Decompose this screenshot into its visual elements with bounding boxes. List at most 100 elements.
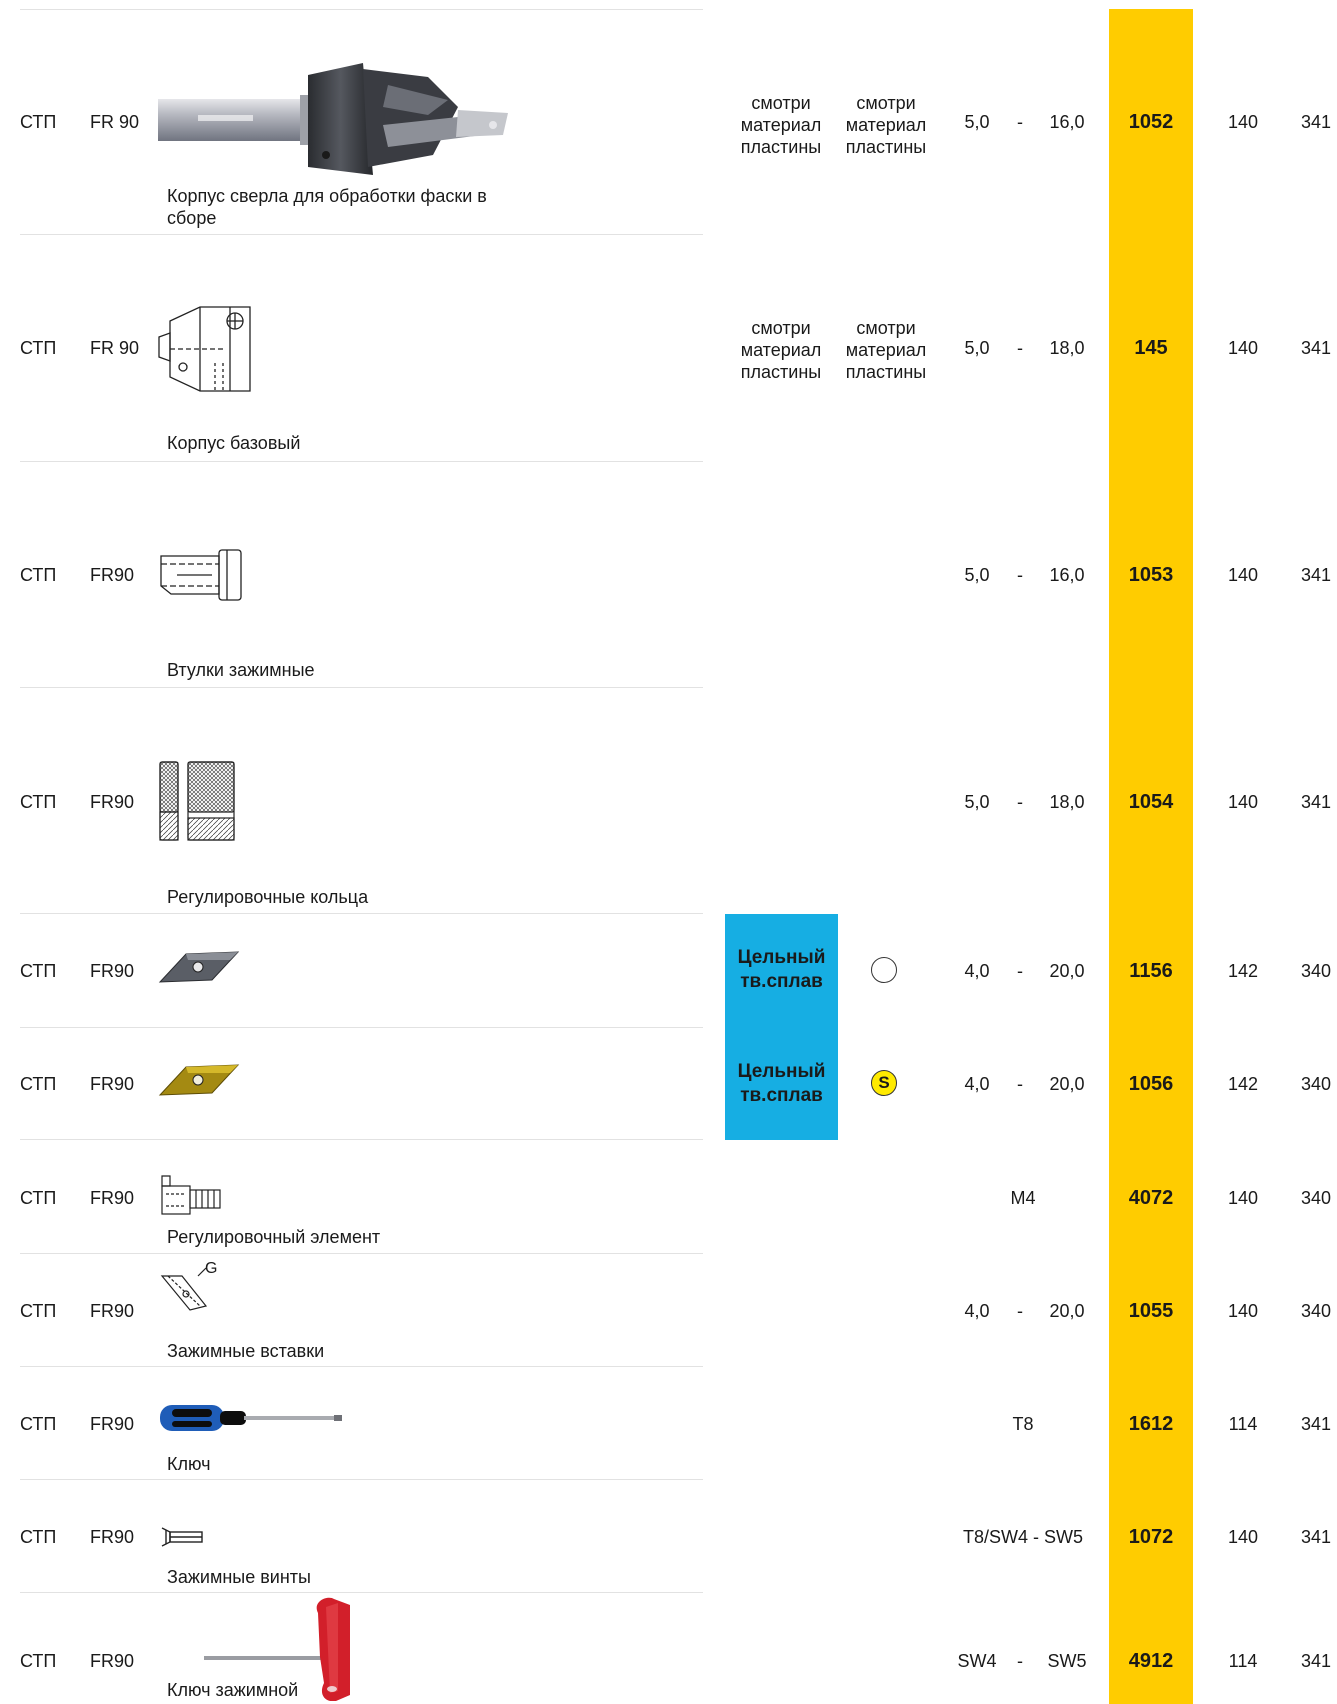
diameter-to: 18,0	[1049, 792, 1085, 812]
size-cell: T8/SW4 - SW5	[962, 1527, 1083, 1547]
adjusting-element-drawing	[161, 1175, 221, 1215]
page-ref: 140	[1227, 338, 1259, 358]
page-ref: 140	[1227, 565, 1259, 585]
diameter-to: 20,0	[1049, 961, 1085, 981]
order-code: 1054	[1128, 791, 1174, 813]
range-dash: -	[1017, 565, 1023, 585]
table-row: СТП FR90 G Зажимные вставки 4,0 - 20,0 1…	[0, 1254, 1337, 1367]
page-ref: 341	[1300, 1414, 1332, 1434]
page-ref: 140	[1227, 112, 1259, 132]
description: Корпус базовый	[167, 433, 301, 453]
uncoated-circle-icon	[871, 957, 897, 983]
diameter-from: 5,0	[964, 792, 990, 812]
series-cell: FR90	[90, 1188, 135, 1208]
diameter-from: SW4	[957, 1651, 997, 1671]
diameter-from: 4,0	[964, 1301, 990, 1321]
coating-s-icon: S	[871, 1070, 897, 1096]
table-row: СТП FR90 Ключ T8 1612 114 341	[0, 1367, 1337, 1480]
page-ref: 140	[1227, 1301, 1259, 1321]
adjusting-rings-drawing	[159, 761, 235, 841]
range-dash: -	[1017, 1074, 1023, 1094]
description: Ключ зажимной	[167, 1680, 299, 1700]
page-ref: 140	[1227, 792, 1259, 812]
page-ref: 340	[1300, 1188, 1332, 1208]
description: Зажимные вставки	[167, 1341, 325, 1361]
clamping-sleeve-drawing	[160, 549, 242, 601]
table-row: СТП FR90 Цельный тв.сплав S 4,0 - 20,0 1…	[0, 1028, 1337, 1140]
size-cell: T8	[1012, 1414, 1034, 1434]
table-row: СТП FR 90 Корпус базовый смотри материал…	[0, 235, 1337, 462]
type-cell: СТП	[20, 1527, 57, 1547]
type-cell: СТП	[20, 112, 57, 132]
diameter-from: 5,0	[964, 565, 990, 585]
table-row: СТП FR90 Ключ зажимной SW4 - SW5 4912 11…	[0, 1593, 1337, 1704]
page-ref: 140	[1227, 1527, 1259, 1547]
diameter-to: 20,0	[1049, 1074, 1085, 1094]
table-row: СТП FR90 Регулировочный элемент M4 4072 …	[0, 1140, 1337, 1254]
table-row: СТП FR90 Цельный тв.сплав 4,0 - 20,0 115…	[0, 914, 1337, 1028]
range-dash: -	[1017, 1301, 1023, 1321]
series-cell: FR90	[90, 1651, 135, 1671]
diameter-to: 16,0	[1049, 565, 1085, 585]
page-ref: 340	[1300, 1301, 1332, 1321]
description: Корпус сверла для обработки фаски в сбор…	[167, 186, 487, 228]
type-cell: СТП	[20, 1414, 57, 1434]
page-ref: 114	[1228, 1651, 1258, 1671]
page-ref: 140	[1227, 1188, 1259, 1208]
diameter-from: 4,0	[964, 961, 990, 981]
page-ref: 142	[1227, 1074, 1259, 1094]
material-cell: смотри материал пластины	[845, 318, 927, 382]
order-code: 1052	[1128, 111, 1174, 133]
type-cell: СТП	[20, 565, 57, 585]
order-code: 1072	[1128, 1526, 1174, 1548]
order-code: 145	[1134, 337, 1168, 359]
diameter-to: 16,0	[1049, 112, 1085, 132]
drawing-label: G	[205, 1260, 218, 1277]
type-cell: СТП	[20, 792, 57, 812]
table-row: СТП FR90 Регулировочные кольца 5,0 - 18,…	[0, 688, 1337, 914]
series-cell: FR 90	[90, 112, 140, 132]
description: Регулировочный элемент	[167, 1227, 381, 1247]
page-ref: 114	[1228, 1414, 1258, 1434]
type-cell: СТП	[20, 1188, 57, 1208]
page-ref: 340	[1300, 961, 1332, 981]
type-cell: СТП	[20, 961, 57, 981]
diameter-to: 20,0	[1049, 1301, 1085, 1321]
material-cell: смотри материал пластины	[845, 93, 927, 157]
diameter-from: 4,0	[964, 1074, 990, 1094]
series-cell: FR90	[90, 1301, 135, 1321]
series-cell: FR90	[90, 1527, 135, 1547]
series-cell: FR90	[90, 961, 135, 981]
page-ref: 340	[1300, 1074, 1332, 1094]
page-ref: 341	[1300, 1527, 1332, 1547]
material-label: Цельный тв.сплав	[737, 947, 826, 992]
range-dash: -	[1017, 1651, 1023, 1671]
page-ref: 341	[1300, 112, 1332, 132]
type-cell: СТП	[20, 1651, 57, 1671]
page-ref: 142	[1227, 961, 1259, 981]
series-cell: FR90	[90, 1074, 135, 1094]
page-ref: 341	[1300, 1651, 1332, 1671]
diameter-from: 5,0	[964, 338, 990, 358]
series-cell: FR90	[90, 792, 135, 812]
series-cell: FR90	[90, 565, 135, 585]
table-row: СТП FR90 Втулки зажимные 5,0 - 16,0 1053…	[0, 462, 1337, 688]
clamping-screw-drawing	[161, 1527, 203, 1547]
table-row: СТП FR90 Зажимные винты T8/SW4 - SW5 107…	[0, 1480, 1337, 1593]
range-dash: -	[1017, 961, 1023, 981]
description: Втулки зажимные	[167, 660, 315, 680]
type-cell: СТП	[20, 1301, 57, 1321]
order-code: 1156	[1129, 960, 1173, 982]
range-dash: -	[1017, 112, 1023, 132]
order-code: 1612	[1128, 1413, 1174, 1435]
size-cell: M4	[1010, 1188, 1036, 1208]
series-cell: FR90	[90, 1414, 135, 1434]
material-cell: смотри материал пластины	[740, 318, 822, 382]
chamfer-drill-assembly-image	[158, 63, 508, 175]
range-dash: -	[1017, 338, 1023, 358]
range-dash: -	[1017, 792, 1023, 812]
order-code: 1053	[1128, 564, 1174, 586]
type-cell: СТП	[20, 1074, 57, 1094]
page-ref: 341	[1300, 792, 1332, 812]
material-label: Цельный тв.сплав	[737, 1061, 826, 1106]
